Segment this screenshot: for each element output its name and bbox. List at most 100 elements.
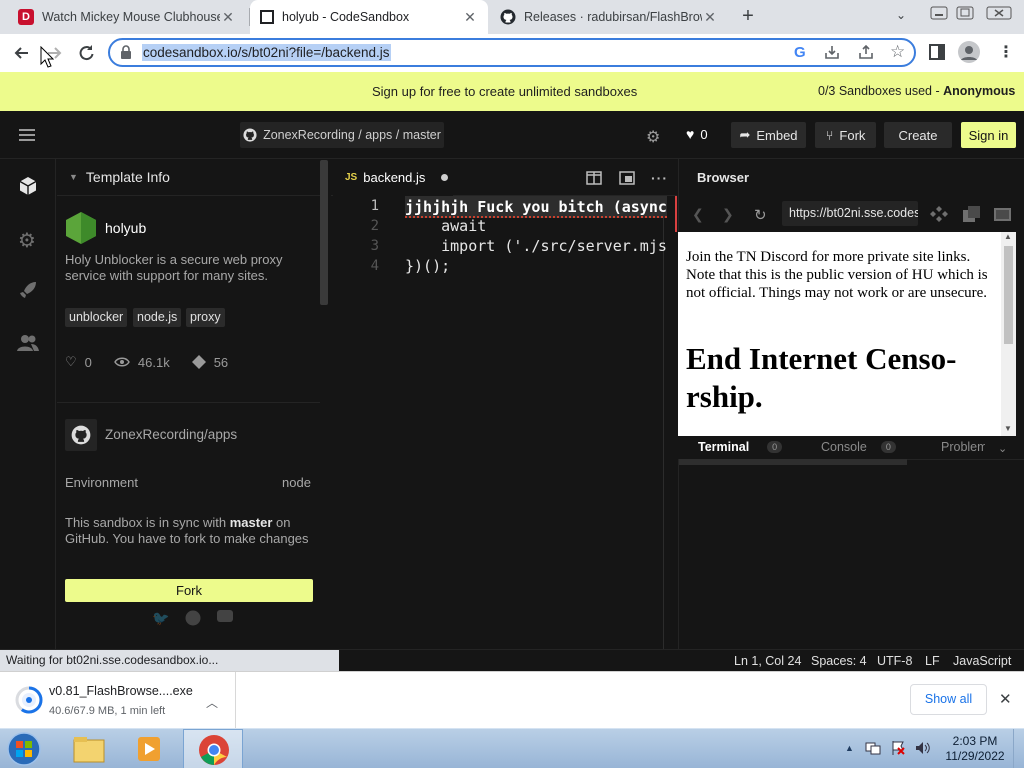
sidebar-fork-button[interactable]: Fork (65, 579, 313, 602)
side-panel-icon[interactable] (929, 44, 945, 60)
settings-gear-icon[interactable]: ⚙ (646, 127, 660, 147)
chevron-down-icon[interactable]: ⌄ (998, 442, 1007, 455)
open-preview-icon[interactable] (619, 170, 635, 186)
scroll-up-icon[interactable]: ▲ (1004, 232, 1012, 241)
preview-forward-icon[interactable]: ❯ (722, 206, 734, 223)
end-of-line[interactable]: LF (925, 654, 940, 668)
like-count: 0 (700, 126, 708, 142)
disney-icon: D (18, 9, 34, 25)
preview-address-input[interactable]: https://bt02ni.sse.codesandbox.io/ (782, 201, 918, 226)
cube-info-icon[interactable] (18, 176, 38, 196)
close-tab-icon[interactable]: ✕ (702, 9, 718, 26)
tag-proxy[interactable]: proxy (186, 308, 225, 327)
language-mode[interactable]: JavaScript (953, 654, 1011, 668)
fork-count-icon (191, 355, 206, 369)
google-icon[interactable]: G (794, 44, 806, 61)
copy-window-icon[interactable] (963, 206, 981, 222)
kebab-menu-icon[interactable]: ⋮ (998, 42, 1014, 62)
repo-path: ZonexRecording / apps / master (263, 128, 441, 142)
heart-icon: ♥ (686, 126, 695, 142)
tag-nodejs[interactable]: node.js (133, 308, 182, 327)
embed-button[interactable]: ➦ Embed (731, 122, 806, 148)
indent-setting[interactable]: Spaces: 4 (811, 654, 867, 668)
unsaved-dot-icon[interactable] (441, 173, 449, 181)
repo-breadcrumb[interactable]: ZonexRecording / apps / master (240, 122, 444, 148)
show-hidden-icons-icon[interactable]: ▲ (845, 743, 854, 753)
heading-line: End Internet Censo- (686, 341, 957, 376)
signup-link[interactable]: Sign up for free to create unlimited san… (372, 84, 637, 99)
chrome-taskbar-button[interactable] (183, 729, 243, 768)
split-editor-icon[interactable] (586, 170, 602, 186)
more-actions-icon[interactable]: ··· (651, 170, 668, 186)
problems-tab[interactable]: Problems (941, 440, 985, 454)
lock-icon[interactable] (120, 45, 132, 59)
encoding[interactable]: UTF-8 (877, 654, 912, 668)
editor-tab-backend[interactable]: JS backend.js (333, 159, 453, 196)
restore-icon[interactable] (956, 6, 974, 20)
clock[interactable]: 2:03 PM 11/29/2022 (940, 734, 1010, 764)
live-users-icon[interactable] (17, 333, 39, 353)
new-tab-icon[interactable]: + (738, 6, 758, 26)
devtools-scrollbar[interactable] (679, 459, 907, 465)
github-repo-icon (65, 419, 97, 451)
rocket-deploy-icon[interactable] (18, 280, 38, 300)
fork-button[interactable]: ⑂ Fork (815, 122, 876, 148)
start-button-icon[interactable] (4, 730, 46, 768)
tab-search-icon[interactable]: ⌄ (896, 8, 906, 22)
chevron-up-icon[interactable]: ︿ (206, 694, 218, 711)
twitter-icon[interactable]: 🐦 (152, 610, 169, 627)
action-center-flag-icon[interactable] (890, 740, 906, 756)
browser-tab-github[interactable]: Releases · radubirsan/FlashBrowser ✕ (490, 0, 728, 34)
show-all-button[interactable]: Show all (910, 684, 987, 715)
file-explorer-icon[interactable] (70, 732, 108, 766)
preview-scroll-thumb[interactable] (1004, 246, 1013, 344)
network-icon[interactable] (865, 740, 881, 756)
show-desktop-button[interactable] (1013, 729, 1024, 768)
reload-icon[interactable] (76, 43, 96, 63)
profile-avatar-icon[interactable] (958, 41, 980, 63)
settings-icon[interactable]: ⚙ (18, 228, 36, 253)
create-button[interactable]: Create (884, 122, 952, 148)
scroll-down-icon[interactable]: ▼ (1004, 424, 1012, 433)
browser-tab-mickey[interactable]: D Watch Mickey Mouse Clubhouse ✕ (8, 0, 246, 34)
sign-in-button[interactable]: Sign in (961, 122, 1016, 148)
browser-tab-codesandbox[interactable]: holyub - CodeSandbox ✕ (250, 0, 488, 34)
divider (57, 402, 320, 403)
preview-back-icon[interactable]: ❮ (692, 206, 704, 223)
back-icon[interactable] (12, 43, 32, 63)
install-icon[interactable] (824, 44, 840, 60)
sidebar-scrollbar[interactable] (320, 160, 328, 305)
preview-iframe[interactable]: Join the TN Discord for more private sit… (678, 232, 1016, 436)
download-item[interactable]: v0.81_FlashBrowse....exe 40.6/67.9 MB, 1… (0, 672, 236, 728)
bookmark-star-icon[interactable]: ☆ (890, 42, 905, 62)
preview-refresh-icon[interactable]: ↻ (754, 206, 767, 224)
repo-link[interactable]: ZonexRecording/apps (105, 427, 237, 442)
close-tab-icon[interactable]: ✕ (220, 9, 236, 26)
close-window-icon[interactable] (986, 6, 1012, 20)
hamburger-menu-icon[interactable] (19, 129, 35, 141)
like-button[interactable]: ♥ 0 (686, 126, 708, 142)
minimize-icon[interactable] (930, 6, 948, 20)
template-info-header[interactable]: ▼ Template Info (57, 159, 320, 196)
tag-unblocker[interactable]: unblocker (65, 308, 128, 327)
discord-icon[interactable] (217, 610, 234, 627)
console-tab[interactable]: Console 0 (821, 440, 896, 454)
close-shelf-icon[interactable]: ✕ (999, 690, 1012, 708)
devtools-icon[interactable] (930, 206, 948, 222)
terminal-tab[interactable]: Terminal 0 (698, 440, 783, 454)
share-icon[interactable] (858, 44, 874, 60)
download-shelf: v0.81_FlashBrowse....exe 40.6/67.9 MB, 1… (0, 671, 1024, 728)
preview-notice: Join the TN Discord for more private sit… (686, 249, 988, 301)
media-player-icon[interactable] (130, 732, 168, 766)
volume-icon[interactable] (914, 740, 930, 756)
sidebar-panel (57, 159, 330, 649)
close-tab-icon[interactable]: ✕ (462, 9, 478, 26)
code-area[interactable]: 1 jjhjhjh Fuck you bitch (async 2 await … (331, 196, 677, 649)
url-text[interactable]: codesandbox.io/s/bt02ni?file=/backend.js (142, 44, 391, 61)
signin-label: Sign in (968, 127, 1009, 143)
code-line: 1 jjhjhjh Fuck you bitch (async (331, 196, 677, 218)
github-icon[interactable] (185, 610, 201, 627)
preview-scrollbar[interactable]: ▲ ▼ (1001, 232, 1016, 436)
open-new-window-icon[interactable] (994, 206, 1012, 222)
cursor-position[interactable]: Ln 1, Col 24 (734, 654, 801, 668)
